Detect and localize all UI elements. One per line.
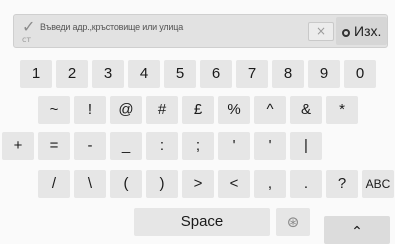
key[interactable]: . bbox=[290, 170, 322, 198]
key[interactable]: 1 bbox=[20, 60, 52, 88]
key[interactable]: # bbox=[146, 96, 178, 124]
abc-key[interactable]: ABC bbox=[362, 170, 394, 198]
cursor-indicator: ст bbox=[22, 35, 32, 44]
key[interactable]: _ bbox=[110, 132, 142, 160]
key[interactable]: 3 bbox=[92, 60, 124, 88]
key[interactable]: ! bbox=[74, 96, 106, 124]
key[interactable]: 7 bbox=[236, 60, 268, 88]
key[interactable]: ' bbox=[218, 132, 250, 160]
key[interactable]: ? bbox=[326, 170, 358, 198]
key[interactable]: 0 bbox=[344, 60, 376, 88]
key[interactable]: \ bbox=[74, 170, 106, 198]
key[interactable]: < bbox=[218, 170, 250, 198]
key[interactable]: + bbox=[2, 132, 34, 160]
key[interactable]: ; bbox=[182, 132, 214, 160]
key[interactable]: ) bbox=[146, 170, 178, 198]
key[interactable]: > bbox=[182, 170, 214, 198]
key[interactable]: £ bbox=[182, 96, 214, 124]
address-input[interactable]: ✓ ст Въведи адр.,кръстовище или улица × … bbox=[13, 14, 388, 48]
key[interactable]: @ bbox=[110, 96, 142, 124]
key[interactable]: * bbox=[326, 96, 358, 124]
key[interactable]: & bbox=[290, 96, 322, 124]
key[interactable]: 5 bbox=[164, 60, 196, 88]
exit-button-label: Изх. bbox=[354, 23, 382, 39]
key[interactable]: 2 bbox=[56, 60, 88, 88]
key[interactable]: ^ bbox=[254, 96, 286, 124]
space-key[interactable]: Space bbox=[134, 208, 270, 236]
keyboard-screen: ✓ ст Въведи адр.,кръстовище или улица × … bbox=[0, 0, 395, 244]
key[interactable]: / bbox=[38, 170, 70, 198]
hide-keyboard-button[interactable]: ⌃ bbox=[324, 216, 390, 244]
globe-icon[interactable]: ⊛ bbox=[276, 208, 310, 236]
key[interactable]: ~ bbox=[38, 96, 70, 124]
key[interactable]: % bbox=[218, 96, 250, 124]
checkmark-icon[interactable]: ✓ bbox=[22, 17, 35, 36]
key[interactable]: ( bbox=[110, 170, 142, 198]
key[interactable]: = bbox=[38, 132, 70, 160]
key[interactable]: ' bbox=[254, 132, 286, 160]
key[interactable]: 8 bbox=[272, 60, 304, 88]
clear-button[interactable]: × bbox=[308, 22, 334, 41]
radio-dot-icon bbox=[342, 29, 350, 37]
key[interactable]: : bbox=[146, 132, 178, 160]
address-placeholder: Въведи адр.,кръстовище или улица bbox=[40, 22, 184, 32]
key[interactable]: - bbox=[74, 132, 106, 160]
exit-button[interactable]: Изх. bbox=[336, 17, 387, 45]
key[interactable]: 9 bbox=[308, 60, 340, 88]
key[interactable]: , bbox=[254, 170, 286, 198]
key[interactable]: 6 bbox=[200, 60, 232, 88]
key[interactable]: 4 bbox=[128, 60, 160, 88]
key[interactable]: | bbox=[290, 132, 322, 160]
